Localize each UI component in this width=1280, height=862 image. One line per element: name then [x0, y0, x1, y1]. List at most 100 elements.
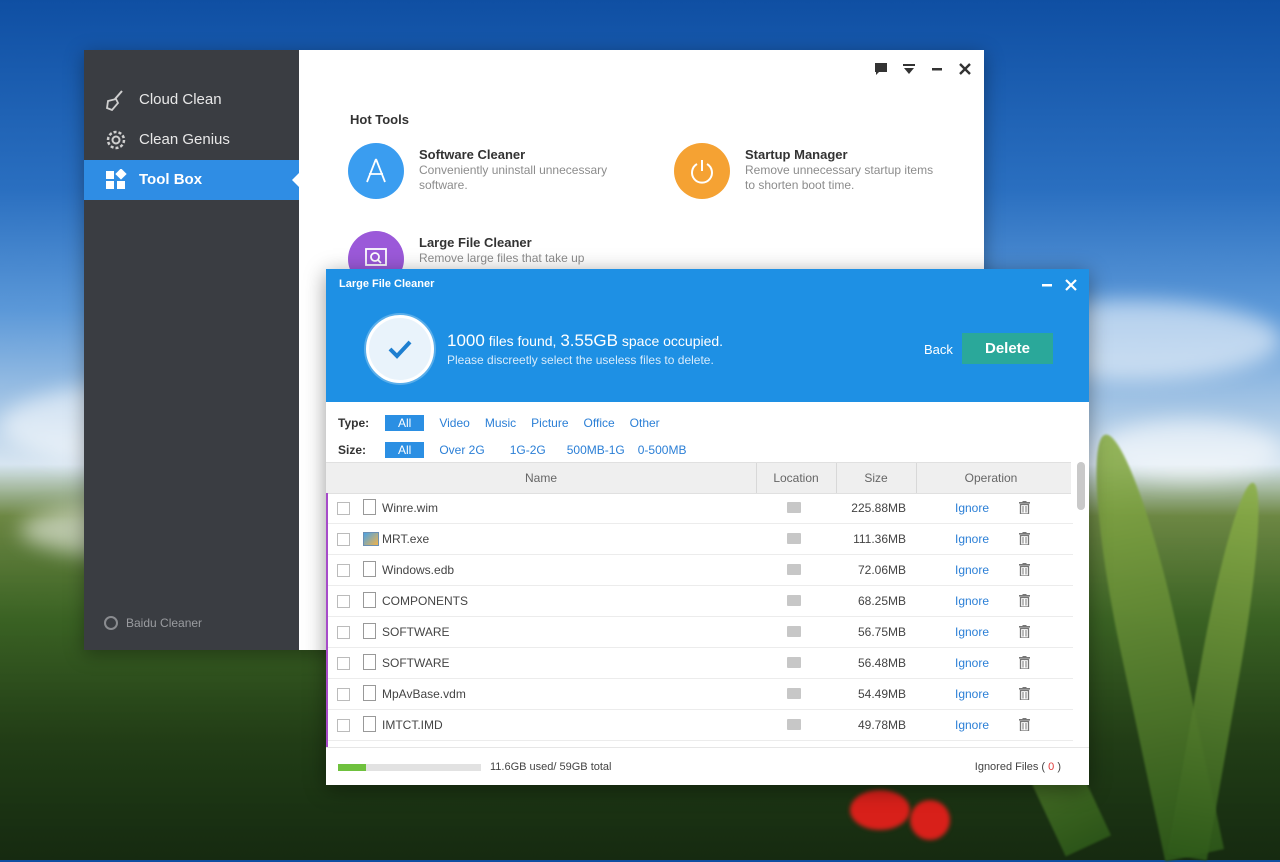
file-icon	[363, 499, 376, 515]
file-size: 225.88MB	[851, 501, 906, 515]
drive-location-icon[interactable]	[787, 502, 801, 513]
table-row[interactable]: Winre.wim 225.88MB Ignore	[328, 493, 1073, 524]
disk-usage-fill	[338, 764, 367, 771]
size-filter: Size: All Over 2G 1G-2G 500MB-1G 0-500MB	[338, 442, 701, 458]
close-icon[interactable]	[958, 62, 972, 76]
app-store-icon	[348, 143, 404, 199]
row-checkbox[interactable]	[337, 502, 350, 515]
trash-icon[interactable]	[1019, 687, 1030, 700]
ignored-files-link[interactable]: Ignored Files ( 0 )	[975, 761, 1061, 773]
type-option-video[interactable]: Video	[439, 416, 469, 430]
table-row[interactable]: MRT.exe 111.36MB Ignore	[328, 524, 1073, 555]
file-size: 56.75MB	[857, 625, 906, 639]
minimize-icon[interactable]	[930, 62, 944, 76]
menu-dropdown-icon[interactable]	[902, 62, 916, 76]
type-option-music[interactable]: Music	[485, 416, 516, 430]
file-name: Winre.wim	[382, 501, 438, 515]
row-checkbox[interactable]	[337, 688, 350, 701]
power-icon	[674, 143, 730, 199]
close-icon[interactable]	[1065, 278, 1077, 296]
disk-usage-text: 11.6GB used/ 59GB total	[490, 761, 612, 773]
trash-icon[interactable]	[1019, 718, 1030, 731]
size-option-over-2g[interactable]: Over 2G	[439, 443, 484, 457]
type-option-picture[interactable]: Picture	[531, 416, 568, 430]
trash-icon[interactable]	[1019, 501, 1030, 514]
tool-startup-manager[interactable]: Startup Manager Remove unnecessary start…	[674, 143, 974, 203]
ignored-files-close: )	[1054, 761, 1061, 773]
drive-location-icon[interactable]	[787, 533, 801, 544]
tool-software-cleaner[interactable]: Software Cleaner Conveniently uninstall …	[348, 143, 648, 203]
type-option-all[interactable]: All	[385, 415, 425, 431]
back-link[interactable]: Back	[924, 342, 953, 357]
files-count: 1000	[447, 331, 485, 350]
file-icon	[363, 561, 376, 577]
type-filter: Type: All Video Music Picture Office Oth…	[338, 415, 675, 431]
row-checkbox[interactable]	[337, 533, 350, 546]
table-row[interactable]: COMPONENTS 68.25MB Ignore	[328, 586, 1073, 617]
column-name[interactable]: Name	[326, 471, 756, 485]
minimize-icon[interactable]	[1041, 278, 1053, 296]
sidebar-item-label: Cloud Clean	[139, 91, 222, 108]
drive-location-icon[interactable]	[787, 688, 801, 699]
trash-icon[interactable]	[1019, 656, 1030, 669]
table-row[interactable]: Windows.edb 72.06MB Ignore	[328, 555, 1073, 586]
sidebar-item-clean-genius[interactable]: Clean Genius	[84, 120, 299, 160]
tool-title: Startup Manager	[745, 147, 848, 162]
file-size: 68.25MB	[857, 594, 906, 608]
size-option-1g-2g[interactable]: 1G-2G	[510, 443, 546, 457]
ignore-link[interactable]: Ignore	[955, 687, 989, 701]
dialog-header: Large File Cleaner 1000 files found, 3.5…	[326, 269, 1089, 402]
tool-title: Large File Cleaner	[419, 235, 532, 250]
trash-icon[interactable]	[1019, 594, 1030, 607]
hot-tools-heading: Hot Tools	[350, 112, 409, 127]
drive-location-icon[interactable]	[787, 657, 801, 668]
sidebar-item-label: Tool Box	[139, 171, 203, 188]
scan-hint: Please discreetly select the useless fil…	[447, 353, 714, 367]
ignore-link[interactable]: Ignore	[955, 656, 989, 670]
table-scrollbar[interactable]	[1077, 462, 1085, 510]
row-checkbox[interactable]	[337, 719, 350, 732]
drive-location-icon[interactable]	[787, 595, 801, 606]
row-checkbox[interactable]	[337, 626, 350, 639]
brand-logo: Baidu Cleaner	[104, 616, 202, 630]
size-option-0-500mb[interactable]: 0-500MB	[638, 443, 687, 457]
sidebar: Cloud Clean Clean Genius Tool Box Baidu …	[84, 50, 299, 650]
ignore-link[interactable]: Ignore	[955, 625, 989, 639]
drive-location-icon[interactable]	[787, 626, 801, 637]
type-option-other[interactable]: Other	[630, 416, 660, 430]
file-size: 72.06MB	[857, 563, 906, 577]
table-row[interactable]: SOFTWARE 56.48MB Ignore	[328, 648, 1073, 679]
drive-location-icon[interactable]	[787, 564, 801, 575]
size-option-500mb-1g[interactable]: 500MB-1G	[567, 443, 625, 457]
ignore-link[interactable]: Ignore	[955, 501, 989, 515]
baidu-logo-icon	[104, 616, 118, 630]
file-name: SOFTWARE	[382, 625, 450, 639]
sidebar-item-cloud-clean[interactable]: Cloud Clean	[84, 80, 299, 120]
grid-icon	[106, 169, 127, 189]
type-option-office[interactable]: Office	[584, 416, 615, 430]
drive-location-icon[interactable]	[787, 719, 801, 730]
table-row[interactable]: SOFTWARE 56.75MB Ignore	[328, 617, 1073, 648]
table-row[interactable]: MpAvBase.vdm 54.49MB Ignore	[328, 679, 1073, 710]
tool-title: Software Cleaner	[419, 147, 526, 162]
trash-icon[interactable]	[1019, 625, 1030, 638]
row-checkbox[interactable]	[337, 564, 350, 577]
row-checkbox[interactable]	[337, 657, 350, 670]
ignore-link[interactable]: Ignore	[955, 563, 989, 577]
sidebar-item-tool-box[interactable]: Tool Box	[84, 160, 299, 200]
table-row[interactable]: IMTCT.IMD 49.78MB Ignore	[328, 710, 1073, 741]
ignore-link[interactable]: Ignore	[955, 594, 989, 608]
ignore-link[interactable]: Ignore	[955, 718, 989, 732]
delete-button[interactable]: Delete	[962, 333, 1053, 364]
trash-icon[interactable]	[1019, 532, 1030, 545]
column-location[interactable]: Location	[756, 471, 836, 485]
type-filter-label: Type:	[338, 416, 370, 430]
feedback-icon[interactable]	[874, 62, 888, 76]
column-size[interactable]: Size	[836, 471, 916, 485]
row-checkbox[interactable]	[337, 595, 350, 608]
column-operation[interactable]: Operation	[916, 471, 1066, 485]
file-table-body: Winre.wim 225.88MB Ignore MRT.exe 111.36MB Ig…	[326, 493, 1073, 747]
trash-icon[interactable]	[1019, 563, 1030, 576]
size-option-all[interactable]: All	[385, 442, 425, 458]
ignore-link[interactable]: Ignore	[955, 532, 989, 546]
